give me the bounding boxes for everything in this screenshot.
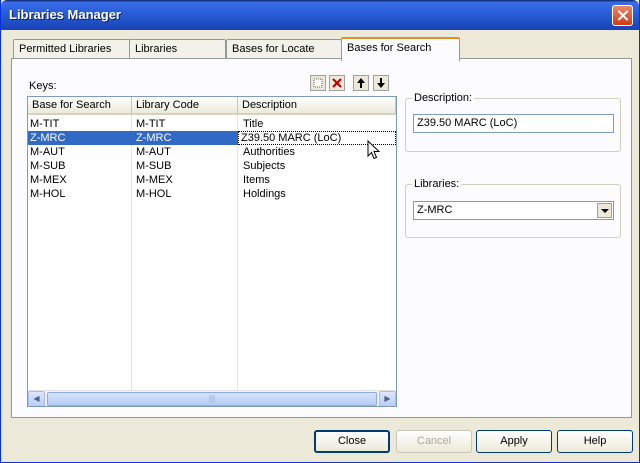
scroll-thumb[interactable]: |||: [47, 392, 377, 406]
help-button[interactable]: Help: [557, 430, 633, 453]
cell-description: Items: [243, 174, 270, 186]
tab-permitted-libraries[interactable]: Permitted Libraries: [13, 39, 131, 59]
tab-libraries[interactable]: Libraries: [129, 39, 226, 59]
cell-description: Holdings: [243, 188, 286, 200]
table-row[interactable]: M-TIT M-TIT Title: [28, 117, 396, 131]
mouse-cursor-icon: [367, 140, 381, 160]
grid-header: Base for Search Library Code Description: [28, 97, 396, 115]
horizontal-scrollbar[interactable]: ◀ ||| ▶: [28, 390, 396, 406]
move-down-icon[interactable]: [373, 75, 389, 91]
new-icon[interactable]: [310, 75, 326, 91]
cell-base: M-HOL: [30, 188, 66, 200]
cell-base: Z-MRC: [30, 132, 66, 144]
cell-base: M-TIT: [30, 118, 60, 130]
tab-bases-for-locate[interactable]: Bases for Locate: [226, 39, 342, 59]
column-header-base-for-search[interactable]: Base for Search: [28, 97, 132, 115]
apply-button[interactable]: Apply: [476, 430, 552, 453]
scroll-right-icon[interactable]: ▶: [379, 391, 396, 406]
column-header-description[interactable]: Description: [238, 97, 396, 115]
title-bar[interactable]: Libraries Manager: [1, 0, 639, 30]
cell-base: M-AUT: [30, 146, 65, 158]
cell-base: M-MEX: [30, 174, 67, 186]
cancel-button[interactable]: Cancel: [396, 430, 472, 453]
libraries-selected-value: Z-MRC: [417, 204, 453, 216]
window-title: Libraries Manager: [9, 7, 121, 22]
column-label: Library Code: [136, 99, 199, 111]
cell-code: M-HOL: [136, 188, 172, 200]
table-row[interactable]: M-HOL M-HOL Holdings: [28, 187, 396, 201]
table-row[interactable]: M-AUT M-AUT Authorities: [28, 145, 396, 159]
move-up-icon[interactable]: [353, 75, 369, 91]
libraries-select[interactable]: Z-MRC: [413, 201, 614, 220]
libraries-label: Libraries:: [412, 178, 462, 190]
tab-label: Permitted Libraries: [19, 43, 112, 55]
close-button[interactable]: Close: [314, 430, 390, 453]
column-label: Base for Search: [32, 99, 111, 111]
table-row-selected[interactable]: Z-MRC Z-MRC Z39.50 MARC (LoC): [28, 131, 396, 145]
cell-code: M-TIT: [136, 118, 166, 130]
cell-description: Title: [243, 118, 264, 130]
column-label: Description: [242, 99, 298, 111]
cell-code: M-SUB: [136, 160, 172, 172]
description-label: Description:: [412, 92, 475, 104]
cell-code: M-MEX: [136, 174, 173, 186]
close-window-icon[interactable]: [612, 5, 633, 26]
chevron-down-icon[interactable]: [597, 203, 612, 218]
libraries-manager-window: Libraries Manager Permitted Libraries Li…: [0, 0, 640, 463]
delete-icon[interactable]: [329, 75, 345, 91]
cell-description: Subjects: [243, 160, 286, 172]
column-header-library-code[interactable]: Library Code: [132, 97, 238, 115]
cell-code: Z-MRC: [136, 132, 172, 144]
table-row[interactable]: M-MEX M-MEX Items: [28, 173, 396, 187]
cell-base: M-SUB: [30, 160, 66, 172]
tab-label: Bases for Search: [347, 42, 432, 54]
cell-description: Authorities: [243, 146, 295, 158]
keys-grid[interactable]: Base for Search Library Code Description…: [27, 96, 397, 407]
table-row[interactable]: M-SUB M-SUB Subjects: [28, 159, 396, 173]
tab-label: Libraries: [135, 43, 178, 55]
keys-label: Keys:: [29, 80, 57, 92]
cell-code: M-AUT: [136, 146, 171, 158]
tab-bases-for-search[interactable]: Bases for Search: [341, 37, 460, 61]
description-field[interactable]: Z39.50 MARC (LoC): [413, 114, 614, 133]
tab-label: Bases for Locate: [232, 43, 315, 55]
scroll-left-icon[interactable]: ◀: [28, 391, 45, 406]
